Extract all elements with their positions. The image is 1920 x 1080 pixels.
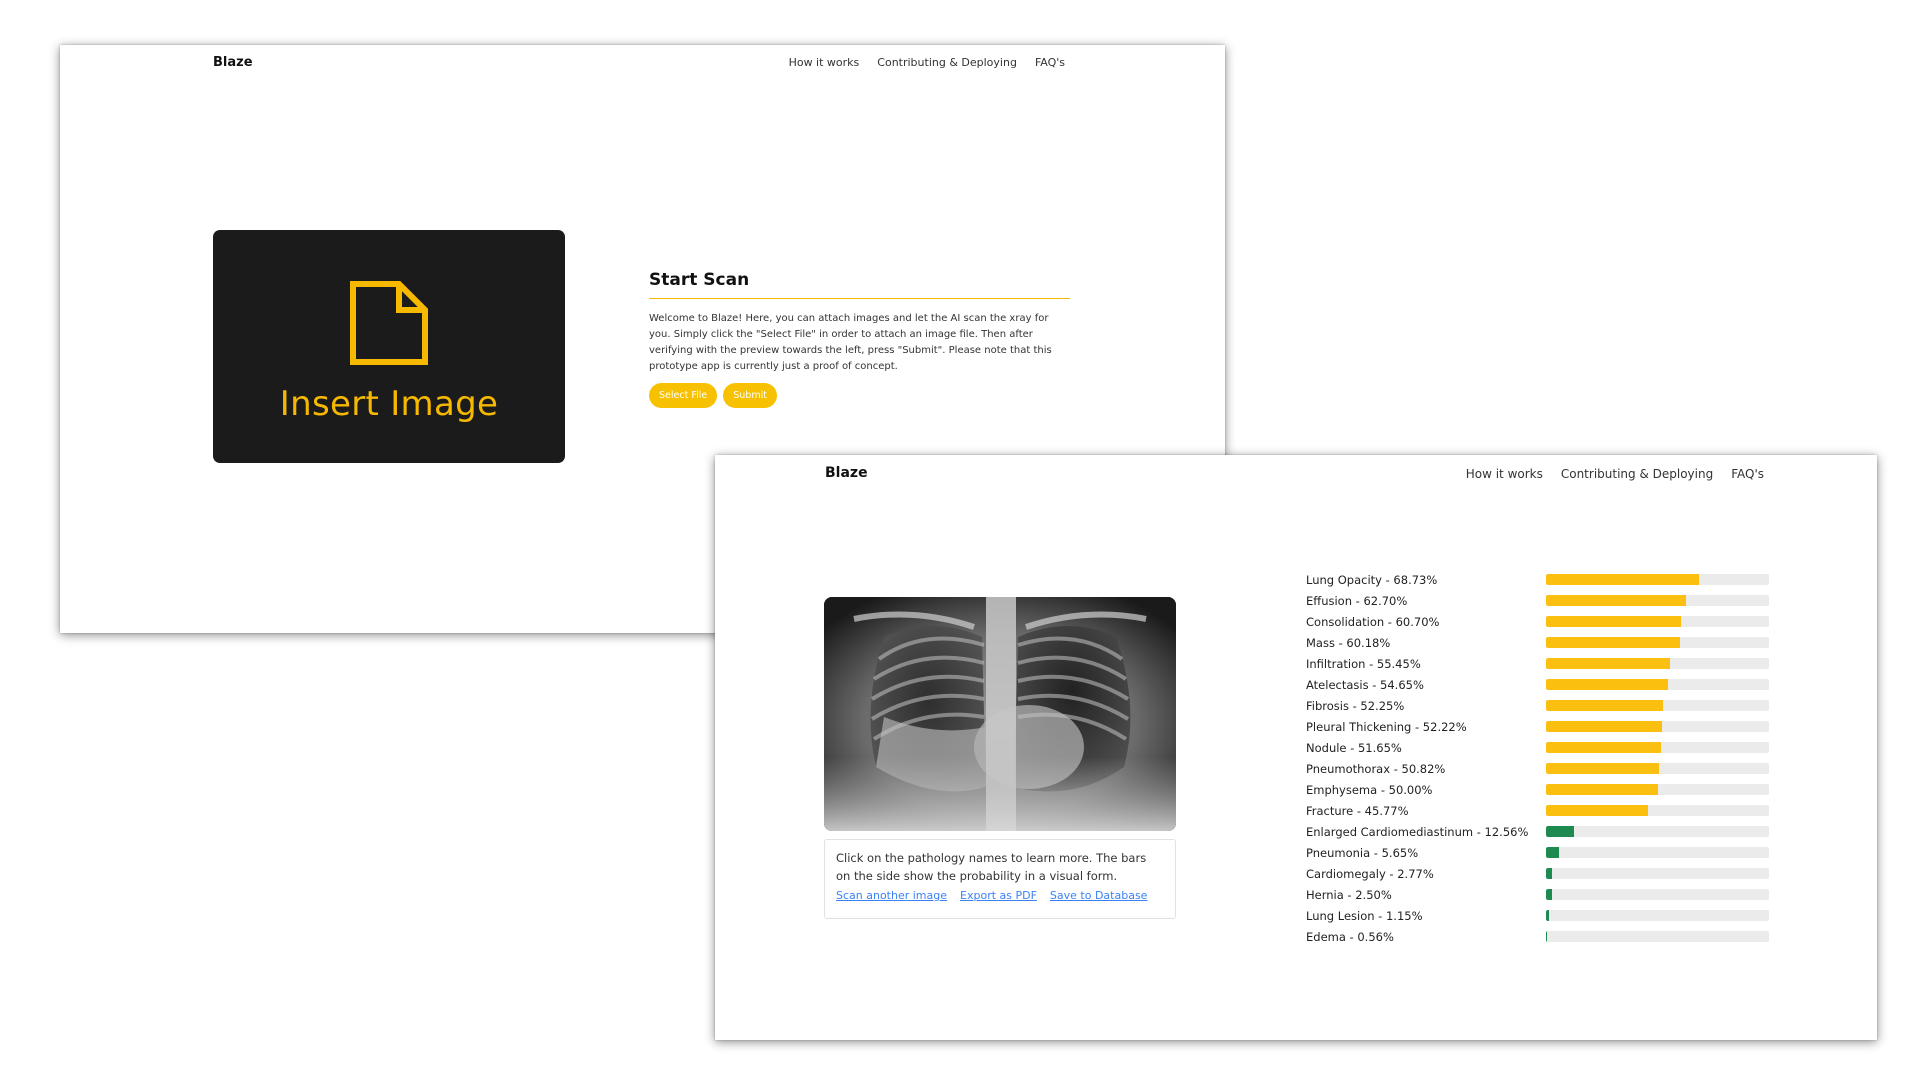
probability-bar-fill	[1546, 637, 1681, 648]
probability-bar-fill	[1546, 679, 1668, 690]
probability-bar-fill	[1546, 616, 1682, 627]
probability-bar	[1546, 658, 1769, 669]
xray-image	[824, 597, 1176, 831]
nav-contributing-deploying[interactable]: Contributing & Deploying	[1561, 467, 1713, 481]
pathology-name[interactable]: Lung Opacity - 68.73%	[1306, 573, 1437, 587]
probability-bar	[1546, 616, 1769, 627]
results-page-window: Blaze How it works Contributing & Deploy…	[715, 455, 1877, 1040]
panel-description: Welcome to Blaze! Here, you can attach i…	[649, 313, 1052, 372]
probability-bar-fill	[1546, 889, 1552, 900]
pathology-name[interactable]: Pneumothorax - 50.82%	[1306, 762, 1445, 776]
probability-bar	[1546, 868, 1769, 879]
probability-bar-fill	[1546, 805, 1649, 816]
top-nav: How it works Contributing & Deploying FA…	[789, 56, 1065, 69]
probability-bar	[1546, 700, 1769, 711]
probability-bar-fill	[1546, 784, 1658, 795]
pathology-name[interactable]: Fracture - 45.77%	[1306, 804, 1409, 818]
action-buttons: Select File Submit	[649, 383, 1070, 408]
scan-another-image-link[interactable]: Scan another image	[836, 889, 947, 902]
probability-bar	[1546, 826, 1769, 837]
nav-faqs[interactable]: FAQ's	[1035, 56, 1065, 69]
export-pdf-link[interactable]: Export as PDF	[960, 889, 1037, 902]
probability-bar	[1546, 721, 1769, 732]
pathology-name[interactable]: Hernia - 2.50%	[1306, 888, 1392, 902]
probability-bar	[1546, 805, 1769, 816]
pathology-name[interactable]: Enlarged Cardiomediastinum - 12.56%	[1306, 825, 1528, 839]
pathology-name[interactable]: Mass - 60.18%	[1306, 636, 1390, 650]
pathology-name[interactable]: Edema - 0.56%	[1306, 930, 1394, 944]
pathology-name[interactable]: Pleural Thickening - 52.22%	[1306, 720, 1467, 734]
probability-bar	[1546, 931, 1769, 942]
probability-bar	[1546, 742, 1769, 753]
pathology-name[interactable]: Cardiomegaly - 2.77%	[1306, 867, 1434, 881]
pathology-name[interactable]: Infiltration - 55.45%	[1306, 657, 1421, 671]
save-to-database-link[interactable]: Save to Database	[1050, 889, 1148, 902]
probability-bar	[1546, 784, 1769, 795]
pathology-name[interactable]: Emphysema - 50.00%	[1306, 783, 1433, 797]
nav-contributing-deploying[interactable]: Contributing & Deploying	[877, 56, 1017, 69]
pathology-name[interactable]: Lung Lesion - 1.15%	[1306, 909, 1423, 923]
probability-bar	[1546, 910, 1769, 921]
image-dropzone[interactable]: Insert Image	[213, 230, 565, 463]
probability-bar	[1546, 595, 1769, 606]
start-scan-panel: Start Scan Welcome to Blaze! Here, you c…	[649, 270, 1070, 408]
probability-bar-fill	[1546, 574, 1700, 585]
brand-logo[interactable]: Blaze	[825, 465, 868, 481]
probability-bar	[1546, 763, 1769, 774]
nav-faqs[interactable]: FAQ's	[1731, 467, 1764, 481]
probability-bar-fill	[1546, 868, 1553, 879]
pathology-name[interactable]: Atelectasis - 54.65%	[1306, 678, 1424, 692]
probability-bar-fill	[1546, 658, 1670, 669]
brand-logo[interactable]: Blaze	[213, 55, 253, 70]
probability-bar-fill	[1546, 763, 1660, 774]
probability-bar-fill	[1546, 595, 1686, 606]
probability-bar-fill	[1546, 847, 1559, 858]
probability-bar	[1546, 847, 1769, 858]
pathology-name[interactable]: Effusion - 62.70%	[1306, 594, 1407, 608]
probability-bar	[1546, 637, 1769, 648]
pathology-name[interactable]: Fibrosis - 52.25%	[1306, 699, 1404, 713]
caption-links: Scan another image Export as PDF Save to…	[836, 889, 1164, 902]
panel-title: Start Scan	[649, 270, 1070, 299]
probability-bar-fill	[1546, 826, 1574, 837]
probability-bar	[1546, 574, 1769, 585]
nav-how-it-works[interactable]: How it works	[1466, 467, 1543, 481]
select-file-button[interactable]: Select File	[649, 383, 718, 408]
file-icon	[350, 280, 428, 365]
probability-bar-fill	[1546, 931, 1548, 942]
caption-text: Click on the pathology names to learn mo…	[836, 851, 1147, 883]
probability-bar-fill	[1546, 721, 1663, 732]
top-nav: How it works Contributing & Deploying FA…	[1466, 467, 1764, 481]
nav-how-it-works[interactable]: How it works	[789, 56, 860, 69]
pathology-name[interactable]: Pneumonia - 5.65%	[1306, 846, 1418, 860]
pathology-name[interactable]: Consolidation - 60.70%	[1306, 615, 1439, 629]
probability-bar-fill	[1546, 910, 1549, 921]
probability-bar	[1546, 889, 1769, 900]
pathology-name[interactable]: Nodule - 51.65%	[1306, 741, 1402, 755]
probability-bar-fill	[1546, 700, 1663, 711]
submit-button[interactable]: Submit	[723, 383, 777, 408]
dropzone-label: Insert Image	[279, 383, 499, 424]
probability-bar-fill	[1546, 742, 1662, 753]
result-caption-box: Click on the pathology names to learn mo…	[824, 839, 1176, 919]
probability-bar	[1546, 679, 1769, 690]
